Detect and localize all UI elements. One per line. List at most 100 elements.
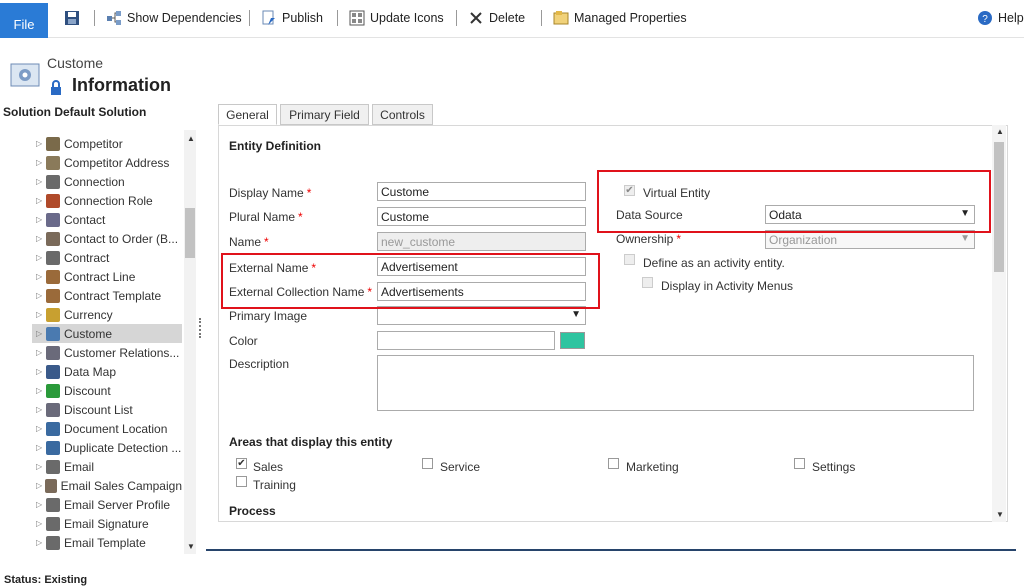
tab-general[interactable]: General: [218, 104, 277, 125]
splitter-handle[interactable]: [199, 318, 201, 338]
show-dependencies-button[interactable]: Show Dependencies: [106, 8, 242, 28]
sidebar-item[interactable]: ▷ Connection Role: [32, 191, 182, 210]
sidebar-item[interactable]: ▷ Contract Line: [32, 267, 182, 286]
expand-triangle-icon[interactable]: ▷: [36, 215, 46, 224]
sidebar-item[interactable]: ▷ Competitor: [32, 134, 182, 153]
area-sales-checkbox[interactable]: ✔: [236, 458, 247, 469]
entity-icon: [46, 516, 60, 531]
sidebar-item[interactable]: ▷ Connection: [32, 172, 182, 191]
expand-triangle-icon[interactable]: ▷: [36, 139, 46, 148]
managed-properties-button[interactable]: Managed Properties: [553, 8, 687, 28]
expand-triangle-icon[interactable]: ▷: [36, 424, 46, 433]
sidebar-item[interactable]: ▷ Duplicate Detection ...: [32, 438, 182, 457]
area-marketing-checkbox[interactable]: [608, 458, 619, 469]
publish-button[interactable]: Publish: [261, 8, 323, 28]
sidebar-item[interactable]: ▷ Email Signature: [32, 514, 182, 533]
external-name-highlight: [221, 253, 600, 309]
delete-button[interactable]: Delete: [468, 8, 525, 28]
sidebar-item[interactable]: ▷ Email Sales Campaign: [32, 476, 182, 495]
description-label: Description: [229, 357, 290, 371]
entity-icon: [46, 345, 60, 360]
color-swatch[interactable]: [560, 332, 585, 349]
activity-entity-checkbox[interactable]: [624, 254, 635, 265]
color-input[interactable]: [377, 331, 555, 350]
entity-icon: [46, 250, 60, 265]
managed-properties-label: Managed Properties: [574, 11, 687, 25]
expand-triangle-icon[interactable]: ▷: [36, 310, 46, 319]
expand-triangle-icon[interactable]: ▷: [36, 481, 45, 490]
form-scrollbar-thumb[interactable]: [994, 142, 1004, 272]
tab-controls[interactable]: Controls: [372, 104, 433, 125]
description-textarea[interactable]: [377, 355, 974, 411]
tree-scroll-down-icon[interactable]: ▼: [187, 542, 195, 551]
tree-scroll-up-icon[interactable]: ▲: [187, 134, 195, 143]
sidebar-item[interactable]: ▷ Contact to Order (B...: [32, 229, 182, 248]
area-training-checkbox[interactable]: [236, 476, 247, 487]
expand-triangle-icon[interactable]: ▷: [36, 329, 46, 338]
chevron-down-icon: ▼: [571, 309, 581, 320]
tree-scrollbar[interactable]: [184, 130, 196, 554]
name-input: new_custome: [377, 232, 586, 251]
expand-triangle-icon[interactable]: ▷: [36, 462, 46, 471]
expand-triangle-icon[interactable]: ▷: [36, 519, 46, 528]
sidebar-item[interactable]: ▷ Custome: [32, 324, 182, 343]
help-button[interactable]: ? Help: [977, 8, 1024, 28]
sidebar-item[interactable]: ▷ Contract Template: [32, 286, 182, 305]
areas-heading: Areas that display this entity: [229, 435, 393, 449]
update-icons-icon: [349, 10, 365, 26]
area-settings-checkbox[interactable]: [794, 458, 805, 469]
entity-icon: [46, 402, 60, 417]
sidebar-item-label: Discount List: [64, 402, 133, 417]
sidebar-item[interactable]: ▷ Contract: [32, 248, 182, 267]
sidebar-item[interactable]: ▷ Contact: [32, 210, 182, 229]
expand-triangle-icon[interactable]: ▷: [36, 158, 46, 167]
publish-label: Publish: [282, 11, 323, 25]
expand-triangle-icon[interactable]: ▷: [36, 500, 46, 509]
expand-triangle-icon[interactable]: ▷: [36, 291, 46, 300]
solution-label: Solution Default Solution: [3, 105, 147, 119]
sidebar-item-label: Contract Template: [64, 288, 162, 303]
save-button[interactable]: [64, 8, 85, 28]
form-scroll-down-icon[interactable]: ▼: [996, 510, 1004, 519]
plural-name-input[interactable]: Custome: [377, 207, 586, 226]
tree-scrollbar-thumb[interactable]: [185, 208, 195, 258]
sidebar-item[interactable]: ▷ Discount: [32, 381, 182, 400]
expand-triangle-icon[interactable]: ▷: [36, 234, 46, 243]
sidebar-item[interactable]: ▷ Discount List: [32, 400, 182, 419]
expand-triangle-icon[interactable]: ▷: [36, 405, 46, 414]
sidebar-item[interactable]: ▷ Document Location: [32, 419, 182, 438]
expand-triangle-icon[interactable]: ▷: [36, 177, 46, 186]
update-icons-label: Update Icons: [370, 11, 444, 25]
sidebar-item[interactable]: ▷ Competitor Address: [32, 153, 182, 172]
expand-triangle-icon[interactable]: ▷: [36, 386, 46, 395]
sidebar-item[interactable]: ▷ Currency: [32, 305, 182, 324]
tab-primary-field[interactable]: Primary Field: [280, 104, 369, 125]
expand-triangle-icon[interactable]: ▷: [36, 348, 46, 357]
expand-triangle-icon[interactable]: ▷: [36, 443, 46, 452]
expand-triangle-icon[interactable]: ▷: [36, 367, 46, 376]
publish-icon: [262, 10, 275, 25]
file-button[interactable]: File: [0, 3, 48, 38]
update-icons-button[interactable]: Update Icons: [349, 8, 444, 28]
svg-text:?: ?: [982, 14, 988, 25]
form-scroll-up-icon[interactable]: ▲: [996, 127, 1004, 136]
sidebar-item-label: Document Location: [64, 421, 168, 436]
sidebar-item[interactable]: ▷ Email Template: [32, 533, 182, 552]
ownership-value: Organization: [769, 233, 838, 247]
sidebar-item[interactable]: ▷ Email: [32, 457, 182, 476]
expand-triangle-icon[interactable]: ▷: [36, 272, 46, 281]
area-service-checkbox[interactable]: [422, 458, 433, 469]
sidebar-item[interactable]: ▷ Customer Relations...: [32, 343, 182, 362]
sidebar-item[interactable]: ▷ Data Map: [32, 362, 182, 381]
sidebar-item-label: Duplicate Detection ...: [64, 440, 182, 455]
activity-menus-checkbox[interactable]: [642, 277, 653, 288]
entity-icon: [46, 231, 60, 246]
display-name-label: Display Name *: [229, 186, 312, 200]
ribbon-toolbar: File Show Dependencies Publish Update Ic…: [0, 0, 1024, 38]
sidebar-item-label: Competitor Address: [64, 155, 170, 170]
expand-triangle-icon[interactable]: ▷: [36, 538, 46, 547]
sidebar-item[interactable]: ▷ Email Server Profile: [32, 495, 182, 514]
expand-triangle-icon[interactable]: ▷: [36, 253, 46, 262]
display-name-input[interactable]: Custome: [377, 182, 586, 201]
expand-triangle-icon[interactable]: ▷: [36, 196, 46, 205]
